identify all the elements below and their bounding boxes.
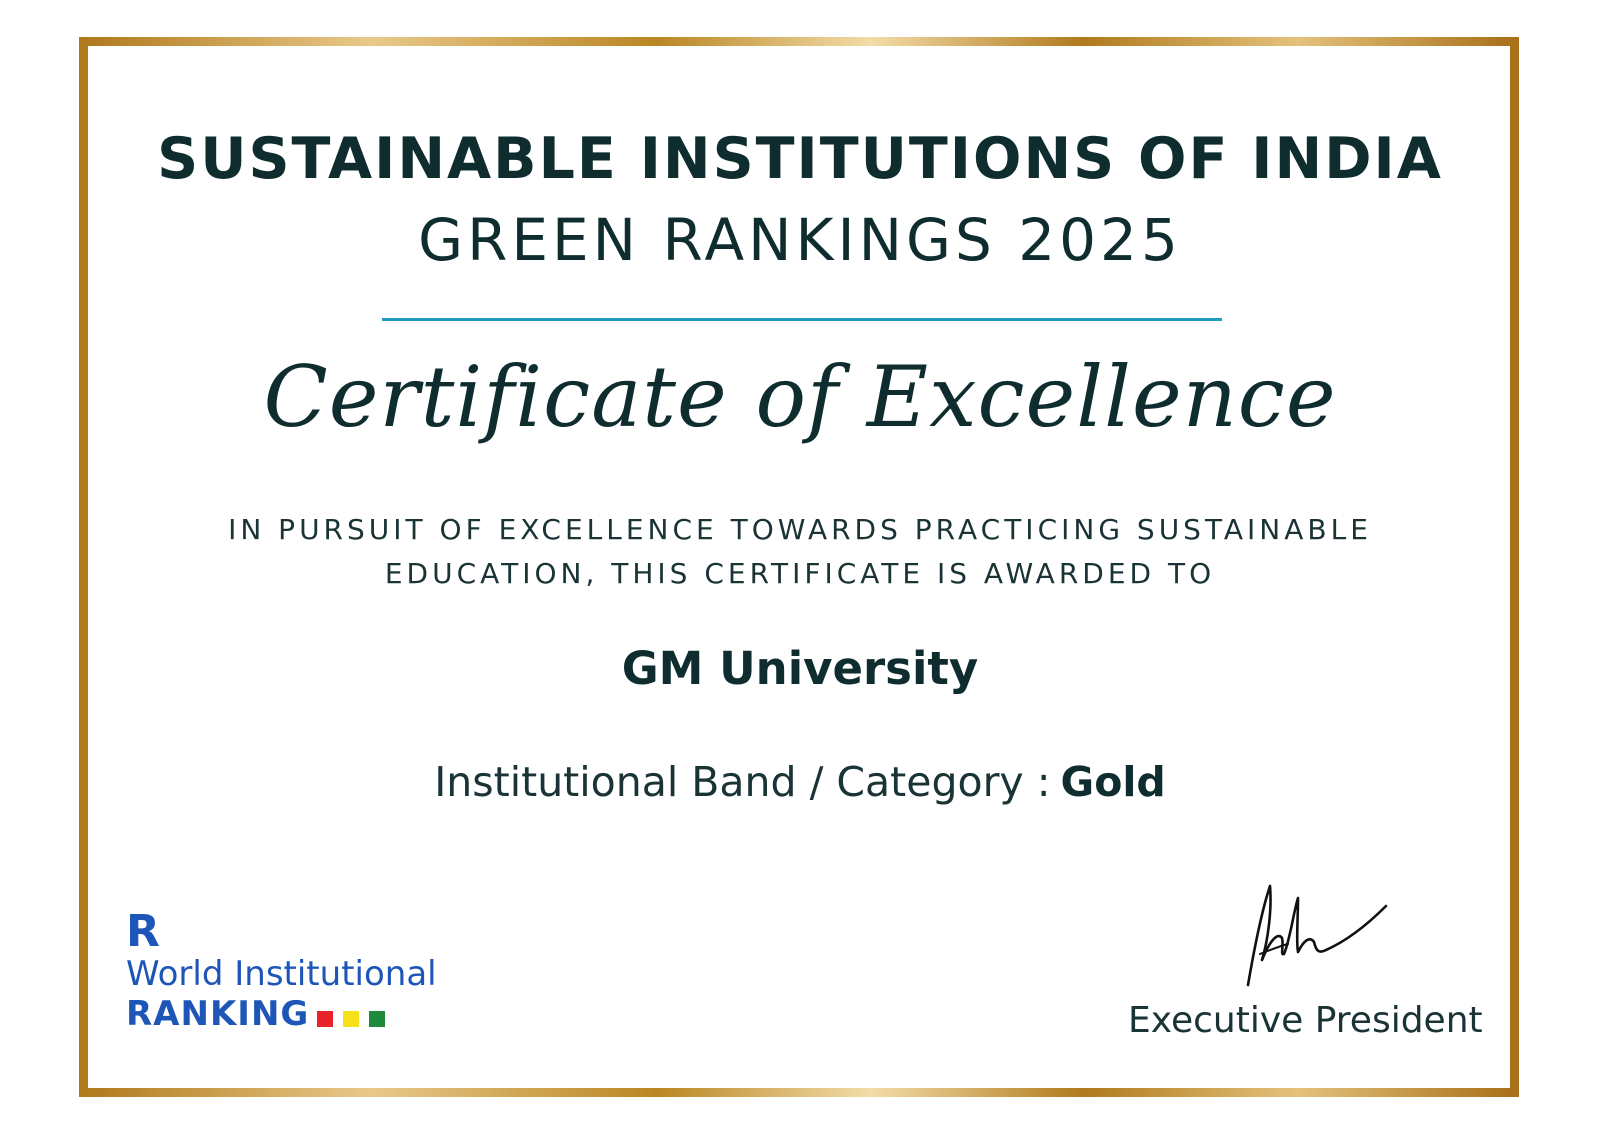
world-institutional-ranking-logo: R World Institutional RANKING	[126, 906, 437, 1035]
certificate-subtitle: GREEN RANKINGS 2025	[418, 206, 1182, 274]
signatory-title: Executive President	[1128, 1000, 1483, 1041]
logo-square-yellow	[343, 1011, 360, 1027]
award-statement-line-2: EDUCATION, THIS CERTIFICATE IS AWARDED T…	[384, 557, 1216, 590]
certificate-main-title: SUSTAINABLE INSTITUTIONS OF INDIA	[157, 126, 1443, 192]
logo-mark: R	[126, 906, 160, 957]
signature-icon	[1246, 884, 1388, 987]
logo-text-line-1: World Institutional	[126, 954, 437, 994]
title-divider	[382, 318, 1222, 321]
logo-square-green	[369, 1011, 386, 1027]
award-statement-line-1: IN PURSUIT OF EXCELLENCE TOWARDS PRACTIC…	[228, 513, 1372, 546]
logo-text-line-2: RANKING	[126, 994, 310, 1034]
certificate-script-heading: Certificate of Excellence	[263, 348, 1337, 446]
logo-color-squares	[317, 1011, 395, 1031]
band-value: Gold	[1060, 758, 1166, 806]
institutional-band: Institutional Band / Category : Gold	[0, 758, 1600, 806]
logo-square-red	[317, 1011, 334, 1027]
recipient-name: GM University	[621, 642, 979, 695]
award-statement: IN PURSUIT OF EXCELLENCE TOWARDS PRACTIC…	[150, 508, 1450, 596]
band-label: Institutional Band / Category :	[434, 758, 1051, 806]
